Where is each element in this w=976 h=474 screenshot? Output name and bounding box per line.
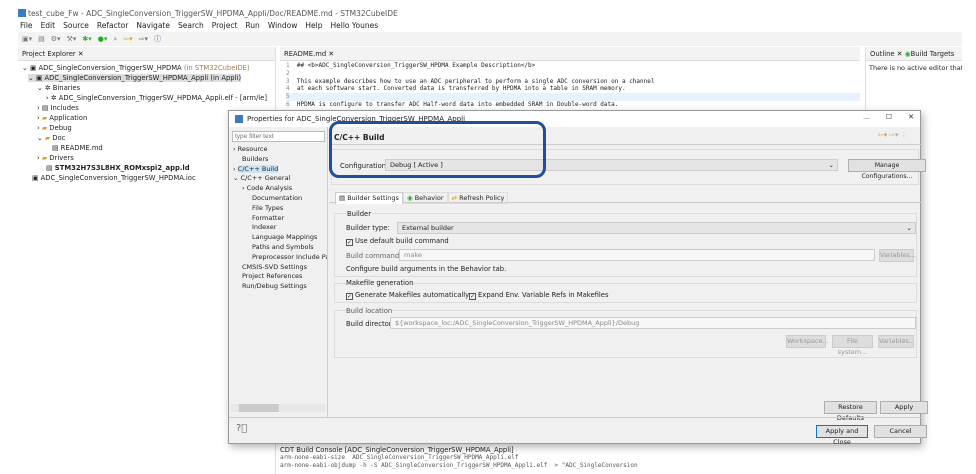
tab-bar: ▤ Builder Settings ◉ Behavior ⇄ Refresh …: [335, 192, 509, 204]
minimize-button[interactable]: —: [863, 114, 870, 122]
nav-resource[interactable]: › Resource: [233, 145, 327, 155]
outline-message: There is no active editor that provides …: [869, 64, 962, 72]
nav-documentation[interactable]: Documentation: [233, 194, 327, 204]
build-command-input[interactable]: make: [399, 249, 875, 261]
tab-refresh-policy[interactable]: ⇄ Refresh Policy: [447, 192, 509, 204]
user-greeting[interactable]: Hello Younes: [331, 21, 379, 30]
configure-note: Configure build arguments in the Behavio…: [346, 265, 507, 273]
tree-item-binaries[interactable]: ⌄ ✲ Binaries: [22, 83, 275, 93]
menu-navigate[interactable]: Navigate: [136, 21, 170, 30]
nav-run-debug[interactable]: Run/Debug Settings: [233, 282, 327, 292]
nav-paths-symbols[interactable]: Paths and Symbols: [233, 243, 327, 253]
tab-behavior[interactable]: ◉ Behavior: [402, 192, 448, 204]
properties-dialog: Properties for ADC_SingleConversion_Trig…: [228, 110, 928, 446]
forward-icon[interactable]: ⇨▾: [139, 35, 148, 43]
horizontal-scrollbar[interactable]: [231, 404, 325, 412]
search-icon[interactable]: ⌕: [113, 35, 117, 44]
build-command-label: Build command:: [346, 252, 402, 260]
manage-configurations-button[interactable]: Manage Configurations...: [848, 159, 926, 180]
tab-builder-settings[interactable]: ▤ Builder Settings: [335, 192, 403, 204]
help-icon[interactable]: ?⃝: [236, 423, 247, 434]
apply-button[interactable]: Apply: [880, 401, 928, 414]
app-icon: [18, 9, 26, 17]
app-icon: [235, 115, 243, 123]
makefile-group-label: Makefile generation: [346, 279, 414, 287]
console-line: arm-none-eabi-size ADC_SingleConversion_…: [280, 454, 519, 461]
main-toolbar: ▣▾ ▤ ⚙▾ ⚒▾ ✱▾ ●▾ ⌕ ⇦▾ ⇨▾ ⓘ: [18, 32, 962, 46]
window-title: test_cube_Fw - ADC_SingleConversion_Trig…: [28, 9, 398, 18]
use-default-checkbox[interactable]: ✓ Use default build command: [346, 237, 449, 246]
nav-file-types[interactable]: File Types: [233, 204, 327, 214]
builder-group-label: Builder: [346, 210, 373, 218]
file-system-button[interactable]: File system...: [832, 335, 873, 356]
editor-content[interactable]: 1 ## <b>ADC_SingleConversion_TriggerSW_H…: [280, 61, 860, 109]
save-icon[interactable]: ▤: [38, 35, 45, 43]
build-icon[interactable]: ⚙▾: [51, 35, 61, 43]
close-button[interactable]: ✕: [908, 113, 914, 121]
menu-run[interactable]: Run: [245, 21, 259, 30]
nav-cmsis-svd[interactable]: CMSIS-SVD Settings: [233, 263, 327, 273]
workspace-button[interactable]: Workspace...: [786, 335, 829, 348]
menu-file[interactable]: File: [20, 21, 33, 30]
nav-builders[interactable]: Builders: [233, 155, 327, 165]
build-console: CDT Build Console [ADC_SingleConversion_…: [280, 446, 680, 474]
nav-formatter[interactable]: Formatter: [233, 214, 327, 224]
run-icon[interactable]: ●▾: [98, 35, 108, 43]
variables-button-2[interactable]: Variables...: [878, 335, 915, 348]
expand-env-checkbox[interactable]: ✓ Expand Env. Variable Refs in Makefiles: [469, 291, 609, 300]
nav-project-references[interactable]: Project References: [233, 272, 327, 282]
editor-tab-readme[interactable]: README.md ✕: [280, 47, 860, 61]
highlight-annotation: [329, 121, 546, 178]
info-icon[interactable]: ⓘ: [154, 34, 161, 44]
generate-makefiles-checkbox[interactable]: ✓ Generate Makefiles automatically: [346, 291, 469, 300]
menu-edit[interactable]: Edit: [41, 21, 56, 30]
maximize-button[interactable]: ☐: [886, 113, 892, 121]
filter-input[interactable]: [232, 131, 325, 142]
menu-project[interactable]: Project: [212, 21, 238, 30]
console-line: arm-none-eabi-objdump -h -S ADC_SingleCo…: [280, 461, 638, 469]
menu-refactor[interactable]: Refactor: [97, 21, 128, 30]
hammer-icon[interactable]: ⚒▾: [67, 35, 77, 43]
tree-item-appli[interactable]: ⌄ ▣ ADC_SingleConversion_TriggerSW_HPDMA…: [22, 73, 275, 83]
back-icon[interactable]: ⇦▾: [123, 35, 132, 43]
tree-item-elf[interactable]: › ✲ ADC_SingleConversion_TriggerSW_HPDMA…: [22, 93, 275, 103]
restore-defaults-button[interactable]: Restore Defaults: [824, 401, 877, 422]
build-targets-tab[interactable]: Build Targets: [911, 50, 955, 58]
apply-and-close-button[interactable]: Apply and Close: [816, 425, 868, 446]
build-directory-input[interactable]: ${workspace_loc:/ADC_SingleConversion_Tr…: [390, 317, 916, 329]
builder-type-label: Builder type:: [346, 224, 390, 232]
menu-source[interactable]: Source: [63, 21, 89, 30]
nav-cc-build[interactable]: › C/C++ Build: [233, 164, 327, 175]
nav-indexer[interactable]: Indexer: [233, 223, 327, 233]
debug-icon[interactable]: ✱▾: [82, 35, 91, 43]
new-icon[interactable]: ▣▾: [22, 35, 32, 43]
menu-bar: File Edit Source Refactor Navigate Search Proj…: [20, 21, 378, 30]
outline-tab[interactable]: Outline: [870, 50, 895, 58]
builder-type-select[interactable]: External builder ⌄: [397, 222, 916, 234]
nav-preprocessor[interactable]: Preprocessor Include Pat: [233, 253, 327, 263]
nav-language-mappings[interactable]: Language Mappings: [233, 233, 327, 243]
nav-code-analysis[interactable]: › Code Analysis: [233, 184, 327, 194]
menu-help[interactable]: Help: [305, 21, 322, 30]
build-location-label: Build location: [346, 307, 393, 315]
variables-button[interactable]: Variables...: [879, 249, 916, 262]
nav-cc-general[interactable]: ⌄ C/C++ General: [233, 174, 327, 184]
nav-back-icon[interactable]: ⇦▾ ⇨▾ ⋮: [878, 131, 907, 139]
cancel-button[interactable]: Cancel: [874, 425, 927, 438]
tree-item-project[interactable]: ⌄ ▣ ADC_SingleConversion_TriggerSW_HPDMA…: [22, 63, 275, 73]
project-explorer-tab[interactable]: Project Explorer ✕: [18, 47, 275, 61]
property-nav: › Resource Builders › C/C++ Build ⌄ C/C+…: [229, 127, 328, 417]
editor: README.md ✕ 1 ## <b>ADC_SingleConversion…: [280, 47, 860, 109]
menu-search[interactable]: Search: [178, 21, 204, 30]
console-title: CDT Build Console [ADC_SingleConversion_…: [280, 446, 514, 454]
menu-window[interactable]: Window: [268, 21, 298, 30]
